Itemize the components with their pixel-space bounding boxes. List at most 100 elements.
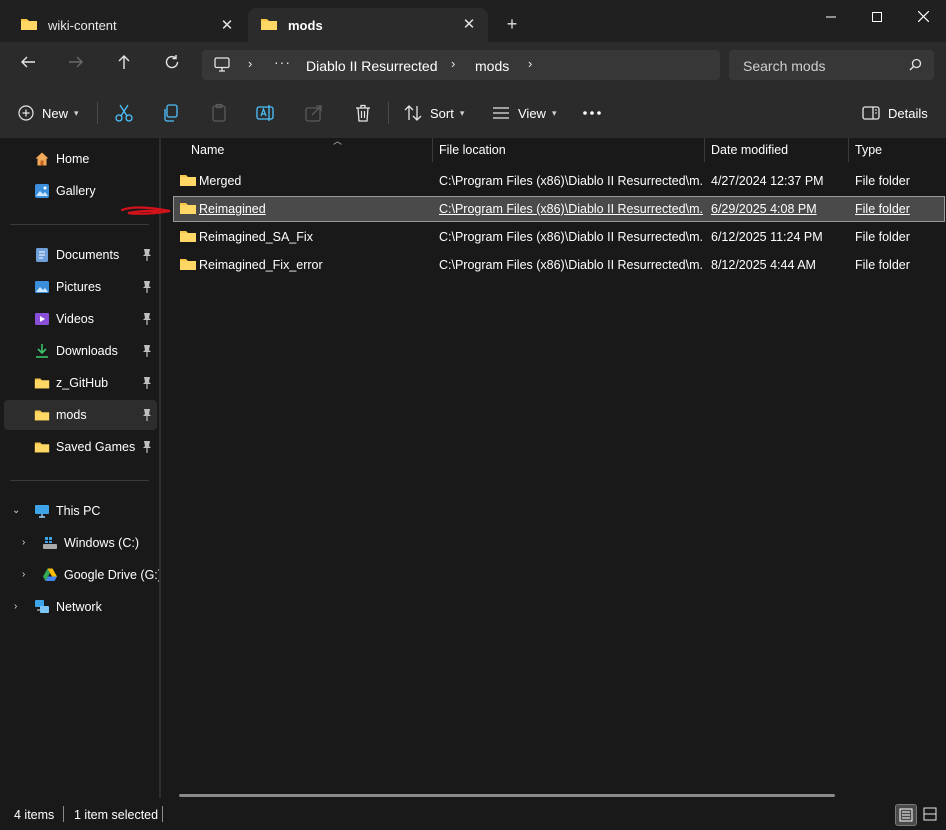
column-divider[interactable]: [704, 138, 705, 162]
close-tab-icon[interactable]: ✕: [216, 15, 238, 37]
more-crumbs-icon[interactable]: ···: [274, 54, 291, 70]
up-button[interactable]: [110, 52, 138, 78]
tiles-view-icon: [923, 807, 937, 821]
horizontal-scrollbar[interactable]: [179, 794, 835, 797]
file-name[interactable]: Reimagined_Fix_error: [199, 258, 429, 272]
sidebar-item-this-pc[interactable]: ⌄ This PC: [4, 496, 157, 526]
column-header-date[interactable]: Date modified: [711, 138, 847, 164]
chevron-down-icon: ▾: [459, 107, 465, 118]
sidebar-item-label: Gallery: [56, 184, 96, 198]
sidebar-item-z-github[interactable]: z_GitHub: [4, 368, 157, 398]
details-pane-button[interactable]: Details: [862, 98, 928, 128]
details-view-button[interactable]: [895, 804, 917, 826]
new-button[interactable]: New ▾: [18, 98, 79, 128]
videos-icon: [35, 313, 49, 325]
chevron-right-icon[interactable]: ›: [14, 601, 17, 612]
sidebar-item-saved-games[interactable]: Saved Games: [4, 432, 157, 462]
documents-icon: [36, 248, 48, 262]
divider: [162, 806, 163, 822]
see-more-button[interactable]: [582, 98, 602, 128]
pin-icon: [143, 441, 151, 453]
new-tab-button[interactable]: +: [500, 12, 524, 36]
sidebar-item-mods[interactable]: mods: [4, 400, 157, 430]
chevron-right-icon[interactable]: ›: [248, 56, 252, 71]
maximize-button[interactable]: [854, 2, 900, 32]
folder-icon: [261, 19, 277, 30]
column-header-location[interactable]: File location: [439, 138, 703, 164]
file-type: File folder: [855, 202, 910, 216]
refresh-button[interactable]: [158, 52, 186, 78]
selection-count: 1 item selected: [74, 808, 159, 822]
chevron-right-icon[interactable]: ›: [22, 537, 25, 548]
cut-icon[interactable]: [113, 102, 135, 124]
file-date: 8/12/2025 4:44 AM: [711, 258, 816, 272]
close-tab-icon[interactable]: ✕: [458, 14, 480, 36]
sidebar-item-label: This PC: [56, 504, 101, 518]
view-button[interactable]: View ▾: [492, 98, 556, 128]
file-location: C:\Program Files (x86)\Diablo II Resurre…: [439, 174, 703, 188]
breadcrumb-mods[interactable]: mods: [475, 58, 509, 74]
refresh-icon: [165, 55, 179, 69]
folder-icon: [34, 410, 50, 421]
column-divider[interactable]: [432, 138, 433, 162]
sidebar-item-documents[interactable]: Documents: [4, 240, 157, 270]
chevron-right-icon[interactable]: ›: [451, 56, 455, 71]
share-icon[interactable]: [303, 102, 325, 124]
chevron-down-icon[interactable]: ⌄: [12, 505, 20, 516]
minimize-icon: [826, 16, 836, 18]
table-row[interactable]: Merged C:\Program Files (x86)\Diablo II …: [173, 168, 945, 194]
column-header-name[interactable]: ︿ Name: [191, 136, 431, 164]
arrow-right-icon: [69, 56, 83, 68]
back-button[interactable]: [14, 52, 42, 78]
details-pane-icon: [862, 106, 880, 120]
maximize-icon: [872, 12, 882, 22]
column-header-label: Date modified: [711, 143, 789, 157]
table-row[interactable]: Reimagined_SA_Fix C:\Program Files (x86)…: [173, 224, 945, 250]
folder-icon: [180, 231, 196, 242]
divider: [63, 806, 64, 822]
delete-icon[interactable]: [352, 102, 374, 124]
sort-button[interactable]: Sort ▾: [404, 98, 464, 128]
chevron-right-icon[interactable]: ›: [22, 569, 25, 580]
sidebar-item-videos[interactable]: Videos: [4, 304, 157, 334]
sidebar-item-windows-c[interactable]: › Windows (C:): [4, 528, 157, 558]
drive-icon: [43, 537, 57, 549]
column-divider[interactable]: [848, 138, 849, 162]
column-header-type[interactable]: Type: [855, 138, 945, 164]
table-row[interactable]: Reimagined C:\Program Files (x86)\Diablo…: [173, 196, 945, 222]
tab-mods[interactable]: mods ✕: [248, 8, 488, 42]
address-bar[interactable]: › ··· Diablo II Resurrected › mods ›: [202, 50, 720, 80]
sidebar-item-home[interactable]: Home: [4, 144, 157, 174]
chevron-right-icon[interactable]: ›: [528, 56, 532, 71]
search-input[interactable]: Search mods: [743, 58, 825, 74]
file-name[interactable]: Reimagined: [199, 202, 429, 216]
sidebar-item-label: Saved Games: [56, 440, 136, 454]
divider: [10, 480, 149, 481]
sidebar-item-downloads[interactable]: Downloads: [4, 336, 157, 366]
downloads-icon: [36, 344, 48, 358]
paste-icon[interactable]: [208, 102, 230, 124]
tab-wiki-content[interactable]: wiki-content ✕: [8, 10, 246, 38]
file-name[interactable]: Merged: [199, 174, 429, 188]
file-name[interactable]: Reimagined_SA_Fix: [199, 230, 429, 244]
file-explorer-window: wiki-content ✕ mods ✕ + › ··· Diablo II …: [0, 0, 946, 830]
folder-icon: [34, 378, 50, 389]
close-window-button[interactable]: [900, 2, 946, 32]
search-box[interactable]: Search mods: [729, 50, 934, 80]
minimize-button[interactable]: [808, 2, 854, 32]
table-row[interactable]: Reimagined_Fix_error C:\Program Files (x…: [173, 252, 945, 278]
sidebar-item-network[interactable]: › Network: [4, 592, 157, 622]
sidebar-item-google-drive[interactable]: › Google Drive (G:): [4, 560, 162, 590]
chevron-down-icon: ▾: [551, 107, 557, 118]
folder-icon: [180, 259, 196, 270]
sort-icon: [404, 105, 422, 121]
tiles-view-button[interactable]: [920, 804, 942, 826]
forward-button[interactable]: [62, 52, 90, 78]
copy-icon[interactable]: [160, 102, 182, 124]
rename-icon[interactable]: [255, 102, 277, 124]
sidebar-item-pictures[interactable]: Pictures: [4, 272, 157, 302]
sidebar-item-gallery[interactable]: Gallery: [4, 176, 157, 206]
tab-label: wiki-content: [48, 18, 117, 33]
breadcrumb-diablo[interactable]: Diablo II Resurrected: [306, 58, 438, 74]
sidebar-item-label: Network: [56, 600, 102, 614]
